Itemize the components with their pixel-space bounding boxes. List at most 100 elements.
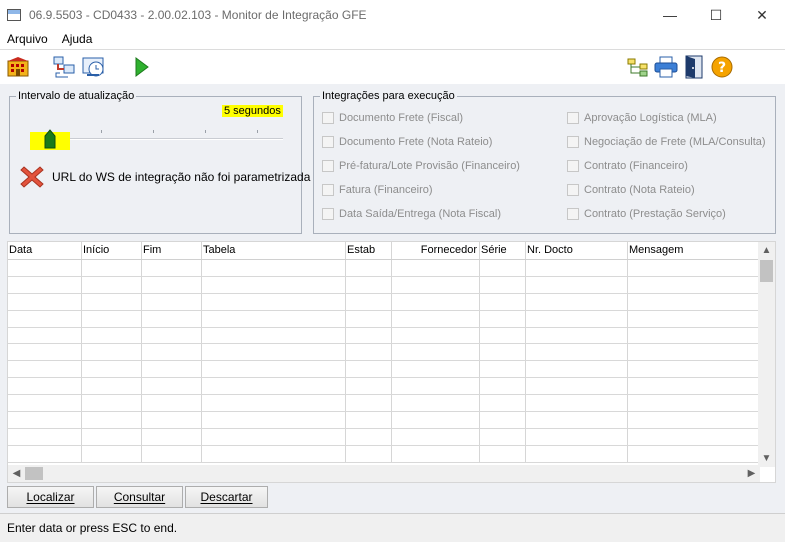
checkbox-contrato-prestacao-servico[interactable]: Contrato (Prestação Serviço) — [567, 208, 726, 220]
table-cell[interactable] — [392, 344, 480, 361]
table-cell[interactable] — [82, 310, 142, 327]
table-cell[interactable] — [628, 378, 760, 394]
checkbox[interactable] — [322, 184, 334, 196]
column-header-data[interactable]: Data — [8, 242, 82, 259]
table-cell[interactable] — [526, 428, 628, 445]
table-cell[interactable] — [392, 327, 480, 344]
table-cell[interactable] — [480, 378, 526, 395]
table-cell[interactable] — [526, 344, 628, 361]
table-cell[interactable] — [8, 378, 82, 395]
descartar-button[interactable]: Descartar — [185, 486, 268, 508]
checkbox[interactable] — [567, 112, 579, 124]
table-cell[interactable] — [526, 310, 628, 327]
table-cell[interactable] — [628, 294, 760, 310]
horizontal-scroll-thumb[interactable] — [25, 467, 43, 480]
table-cell[interactable] — [628, 429, 760, 445]
checkbox[interactable] — [322, 112, 334, 124]
table-row[interactable] — [8, 327, 760, 345]
building-icon[interactable] — [6, 55, 30, 79]
column-header-estab[interactable]: Estab — [346, 242, 392, 259]
table-cell[interactable] — [346, 310, 392, 327]
table-cell[interactable] — [628, 328, 760, 344]
table-row[interactable] — [8, 260, 760, 277]
table-cell[interactable] — [526, 293, 628, 310]
table-cell[interactable] — [346, 395, 392, 412]
checkbox-data-saida-entrega[interactable]: Data Saída/Entrega (Nota Fiscal) — [322, 208, 501, 220]
table-cell[interactable] — [480, 293, 526, 310]
table-cell[interactable] — [628, 412, 760, 428]
table-cell[interactable] — [526, 327, 628, 344]
table-cell[interactable] — [202, 395, 346, 412]
scroll-down-icon[interactable]: ▼ — [758, 450, 775, 467]
printer-icon[interactable] — [654, 55, 678, 79]
checkbox[interactable] — [322, 136, 334, 148]
table-cell[interactable] — [8, 395, 82, 412]
table-cell[interactable] — [392, 378, 480, 395]
table-cell[interactable] — [346, 428, 392, 445]
table-cell[interactable] — [82, 428, 142, 445]
table-row[interactable] — [8, 293, 760, 311]
table-cell[interactable] — [526, 445, 628, 462]
table-cell[interactable] — [202, 310, 346, 327]
table-cell[interactable] — [82, 361, 142, 378]
table-row[interactable] — [8, 378, 760, 396]
table-cell[interactable] — [480, 310, 526, 327]
table-cell[interactable] — [8, 344, 82, 361]
table-cell[interactable] — [202, 293, 346, 310]
table-cell[interactable] — [480, 412, 526, 428]
table-cell[interactable] — [392, 276, 480, 293]
table-cell[interactable] — [480, 428, 526, 445]
table-cell[interactable] — [82, 327, 142, 344]
table-cell[interactable] — [82, 276, 142, 293]
column-header-tabela[interactable]: Tabela — [202, 242, 346, 259]
table-row[interactable] — [8, 445, 760, 463]
table-cell[interactable] — [526, 395, 628, 412]
table-cell[interactable] — [142, 412, 202, 428]
table-cell[interactable] — [392, 428, 480, 445]
table-cell[interactable] — [346, 327, 392, 344]
table-cell[interactable] — [142, 361, 202, 378]
table-cell[interactable] — [480, 260, 526, 276]
minimize-button[interactable]: — — [647, 0, 693, 30]
checkbox[interactable] — [567, 208, 579, 220]
checkbox-pre-fatura[interactable]: Pré-fatura/Lote Provisão (Financeiro) — [322, 160, 520, 172]
table-cell[interactable] — [628, 446, 760, 462]
checkbox-documento-frete-fiscal[interactable]: Documento Frete (Fiscal) — [322, 112, 463, 124]
table-cell[interactable] — [480, 395, 526, 412]
results-grid[interactable]: Data Início Fim Tabela Estab Fornecedor … — [7, 241, 776, 483]
table-cell[interactable] — [526, 276, 628, 293]
table-cell[interactable] — [142, 445, 202, 462]
table-row[interactable] — [8, 361, 760, 379]
table-cell[interactable] — [480, 344, 526, 361]
table-cell[interactable] — [480, 276, 526, 293]
table-cell[interactable] — [202, 276, 346, 293]
tree-structure-icon[interactable] — [626, 55, 650, 79]
table-cell[interactable] — [202, 412, 346, 428]
table-cell[interactable] — [8, 276, 82, 293]
table-cell[interactable] — [202, 344, 346, 361]
table-cell[interactable] — [628, 395, 760, 411]
table-cell[interactable] — [142, 276, 202, 293]
checkbox-fatura[interactable]: Fatura (Financeiro) — [322, 184, 433, 196]
checkbox-documento-frete-nota-rateio[interactable]: Documento Frete (Nota Rateio) — [322, 136, 492, 148]
table-cell[interactable] — [82, 293, 142, 310]
table-cell[interactable] — [392, 293, 480, 310]
table-cell[interactable] — [82, 378, 142, 395]
table-cell[interactable] — [142, 395, 202, 412]
table-row[interactable] — [8, 395, 760, 413]
table-cell[interactable] — [346, 445, 392, 462]
localizar-button[interactable]: Localizar — [7, 486, 94, 508]
table-cell[interactable] — [628, 344, 760, 360]
menu-ajuda[interactable]: Ajuda — [55, 32, 100, 46]
column-header-fornecedor[interactable]: Fornecedor — [392, 242, 480, 259]
table-cell[interactable] — [346, 361, 392, 378]
scroll-left-icon[interactable]: ◀ — [8, 465, 25, 482]
table-cell[interactable] — [480, 445, 526, 462]
checkbox-negociacao-frete[interactable]: Negociação de Frete (MLA/Consulta) — [567, 136, 766, 148]
table-cell[interactable] — [8, 310, 82, 327]
checkbox[interactable] — [322, 208, 334, 220]
network-config-icon[interactable] — [52, 55, 76, 79]
slider-thumb[interactable] — [30, 128, 70, 153]
table-cell[interactable] — [628, 311, 760, 327]
scroll-up-icon[interactable]: ▲ — [758, 242, 775, 259]
